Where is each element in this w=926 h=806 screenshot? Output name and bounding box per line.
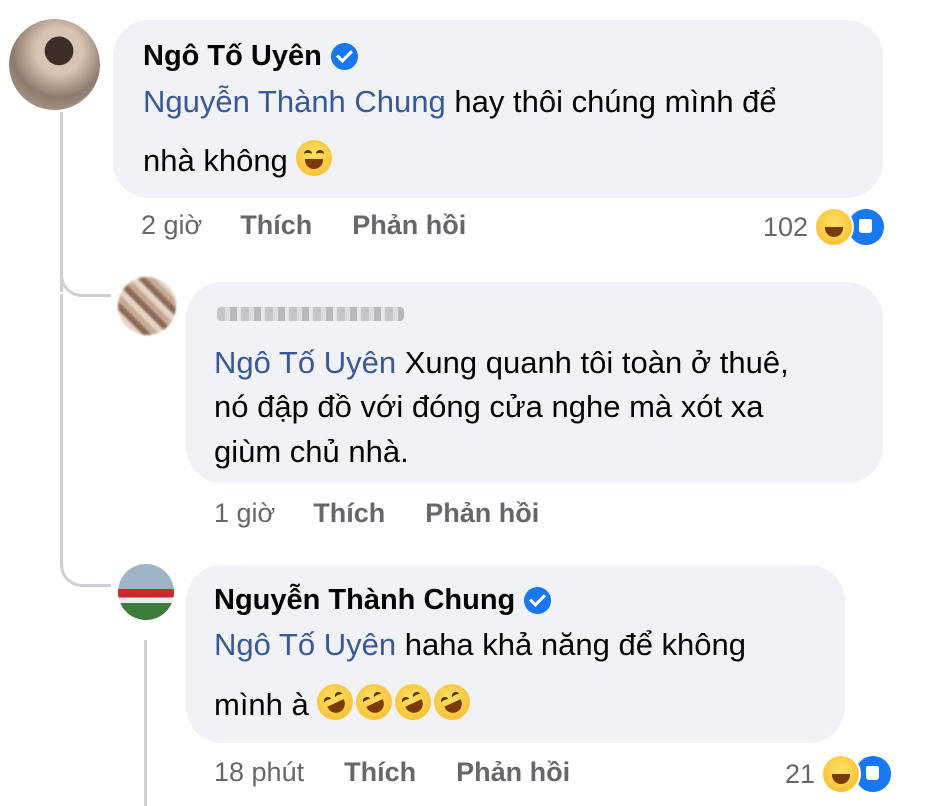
comment-author-3[interactable]: Nguyễn Thành Chung (214, 584, 552, 617)
reply-button[interactable]: Phản hồi (352, 210, 466, 241)
comment-meta-2: 1 giờ Thích Phản hồi (214, 498, 539, 529)
like-button[interactable]: Thích (313, 498, 385, 529)
mention-link[interactable]: Ngô Tố Uyên (214, 345, 396, 380)
haha-reaction-icon (814, 207, 855, 247)
avatar-commenter-1[interactable] (9, 19, 100, 110)
rolling-laughing-face-icon (350, 678, 399, 726)
like-button[interactable]: Thích (344, 757, 416, 788)
comment-meta-1: 2 giờ Thích Phản hồi (141, 210, 466, 241)
comment-text-3-line-1: Ngô Tố Uyên haha khả năng để không (214, 627, 747, 662)
blurred-author-name (217, 307, 404, 321)
comment-time[interactable]: 1 giờ (214, 498, 275, 529)
mention-link[interactable]: Ngô Tố Uyên (214, 627, 396, 662)
grinning-squinting-face-icon (296, 140, 333, 176)
thread-connector-reply-2 (60, 548, 111, 587)
reply-button[interactable]: Phản hồi (425, 498, 539, 529)
rolling-laughing-face-icon (311, 678, 360, 726)
avatar-commenter-3[interactable] (118, 564, 174, 620)
rolling-laughing-face-icon (389, 678, 438, 726)
rolling-laughing-face-icon (428, 678, 477, 726)
haha-reaction-icon (821, 754, 862, 794)
reply-button[interactable]: Phản hồi (456, 757, 570, 788)
comment-text-1-line-2: nhà không (143, 134, 335, 188)
comment-time[interactable]: 2 giờ (141, 210, 202, 241)
author-name[interactable]: Nguyễn Thành Chung (214, 584, 515, 617)
thread-connector-reply-1 (60, 258, 111, 297)
reaction-count: 21 (785, 758, 816, 789)
reaction-summary-1[interactable]: 102 (763, 207, 887, 247)
comment-text-2-line-3: giùm chủ nhà. (214, 434, 409, 469)
like-button[interactable]: Thích (240, 210, 312, 241)
thread-line-sub (144, 640, 147, 806)
reaction-count: 102 (763, 211, 809, 242)
verified-badge-icon (524, 587, 552, 614)
comment-text-3-line-2: mình à (214, 678, 477, 732)
comment-author-1[interactable]: Ngô Tố Uyên (143, 40, 358, 73)
verified-badge-icon (330, 43, 358, 70)
avatar-commenter-2[interactable] (118, 277, 176, 335)
thread-line-main-2 (60, 294, 63, 554)
mention-link[interactable]: Nguyễn Thành Chung (143, 84, 446, 119)
reaction-summary-3[interactable]: 21 (785, 754, 894, 794)
author-name[interactable]: Ngô Tố Uyên (143, 40, 322, 73)
comment-meta-3: 18 phút Thích Phản hồi (214, 757, 570, 788)
comment-time[interactable]: 18 phút (214, 757, 304, 788)
comment-text-1-line-1: Nguyễn Thành Chung hay thôi chúng mình đ… (143, 84, 777, 119)
